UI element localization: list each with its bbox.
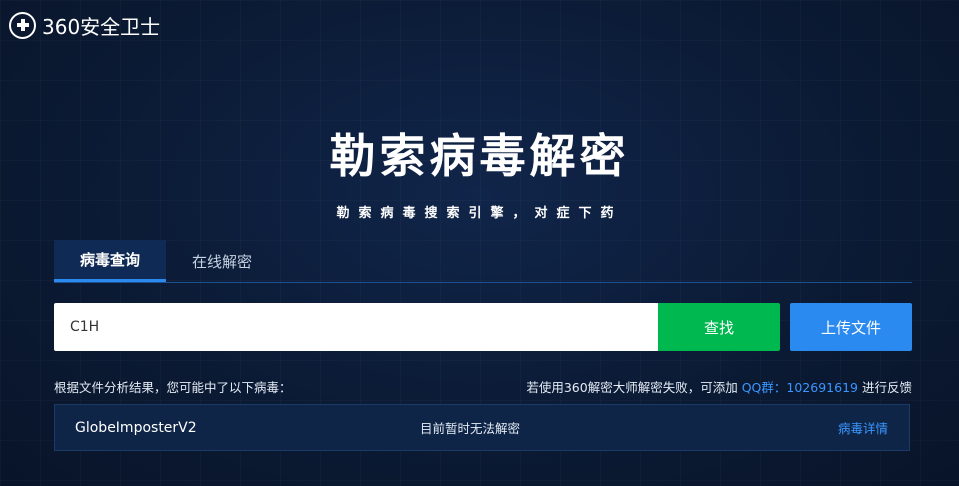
page-title: 勒索病毒解密 xyxy=(329,129,630,183)
upload-file-button[interactable]: 上传文件 xyxy=(790,303,912,351)
result-row: GlobeImposterV2 目前暂时无法解密 病毒详情 xyxy=(54,404,910,451)
qq-group-link[interactable]: QQ群：102691619 xyxy=(742,377,858,396)
search-button[interactable]: 查找 xyxy=(658,303,780,351)
virus-details-link[interactable]: 病毒详情 xyxy=(838,418,888,437)
search-bar: 查找 xyxy=(54,303,780,351)
result-summary: 根据文件分析结果，您可能中了以下病毒： xyxy=(54,380,292,395)
brand-name: 360安全卫士 xyxy=(42,14,161,39)
app-logo: 360安全卫士 xyxy=(9,10,160,40)
tab-virus-query[interactable]: 病毒查询 xyxy=(54,240,166,282)
virus-name: GlobeImposterV2 xyxy=(75,419,197,436)
feedback-prefix: 若使用360解密大师解密失败，可添加 xyxy=(526,380,738,395)
feedback-note: 若使用360解密大师解密失败，可添加 QQ群：102691619 进行反馈 xyxy=(526,377,912,396)
page-subtitle: 勒索病毒搜索引擎，对症下药 xyxy=(336,206,623,221)
decrypt-status: 目前暂时无法解密 xyxy=(420,421,521,436)
plus-circle-icon xyxy=(9,11,36,39)
tab-online-decrypt[interactable]: 在线解密 xyxy=(166,240,278,282)
feedback-suffix: 进行反馈 xyxy=(861,380,912,395)
tab-bar: 病毒查询 在线解密 xyxy=(54,240,912,283)
search-input[interactable] xyxy=(54,303,658,351)
